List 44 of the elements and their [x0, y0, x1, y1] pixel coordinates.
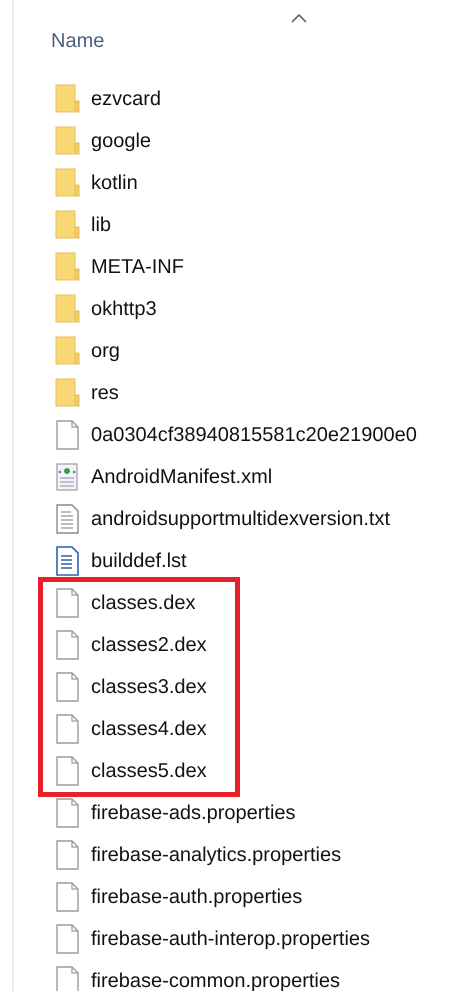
file-name[interactable]: google: [91, 128, 152, 154]
file-icon: [55, 420, 81, 450]
folder-icon: [55, 210, 81, 240]
file-icon: [55, 588, 81, 618]
name-column-header[interactable]: Name: [51, 26, 104, 56]
file-name[interactable]: classes5.dex: [91, 758, 207, 784]
file-name[interactable]: AndroidManifest.xml: [91, 464, 272, 490]
file-name[interactable]: 0a0304cf38940815581c20e21900e0: [91, 422, 417, 448]
file-icon: [55, 672, 81, 702]
file-name[interactable]: classes3.dex: [91, 674, 207, 700]
file-icon: [55, 882, 81, 912]
file-name[interactable]: ezvcard: [91, 86, 162, 112]
file-icon: [55, 798, 81, 828]
folder-icon: [55, 126, 81, 156]
file-name[interactable]: org: [91, 338, 120, 364]
folder-icon: [55, 378, 81, 408]
file-name[interactable]: kotlin: [91, 170, 138, 196]
folder-icon: [55, 294, 81, 324]
folder-icon: [55, 168, 81, 198]
file-name[interactable]: classes2.dex: [91, 632, 207, 658]
file-name[interactable]: classes.dex: [91, 590, 196, 616]
file-icon: [55, 714, 81, 744]
text-file-icon: [55, 504, 81, 534]
file-name[interactable]: lib: [91, 212, 112, 238]
file-name[interactable]: androidsupportmultidexversion.txt: [91, 506, 390, 532]
file-name[interactable]: res: [91, 380, 119, 406]
file-name[interactable]: META-INF: [91, 254, 184, 280]
folder-icon: [55, 336, 81, 366]
file-name[interactable]: firebase-ads.properties: [91, 800, 296, 826]
file-name[interactable]: classes4.dex: [91, 716, 207, 742]
document-icon: [55, 546, 81, 576]
file-icon: [55, 840, 81, 870]
file-name[interactable]: firebase-auth-interop.properties: [91, 926, 370, 952]
file-icon: [55, 630, 81, 660]
file-name[interactable]: builddef.lst: [91, 548, 187, 574]
file-name[interactable]: okhttp3: [91, 296, 157, 322]
file-icon: [55, 924, 81, 954]
file-icon: [55, 756, 81, 786]
file-name[interactable]: firebase-auth.properties: [91, 884, 302, 910]
file-name[interactable]: firebase-analytics.properties: [91, 842, 342, 868]
folder-icon: [55, 252, 81, 282]
folder-icon: [55, 84, 81, 114]
file-icon: [55, 966, 81, 991]
file-name[interactable]: firebase-common.properties: [91, 968, 340, 991]
